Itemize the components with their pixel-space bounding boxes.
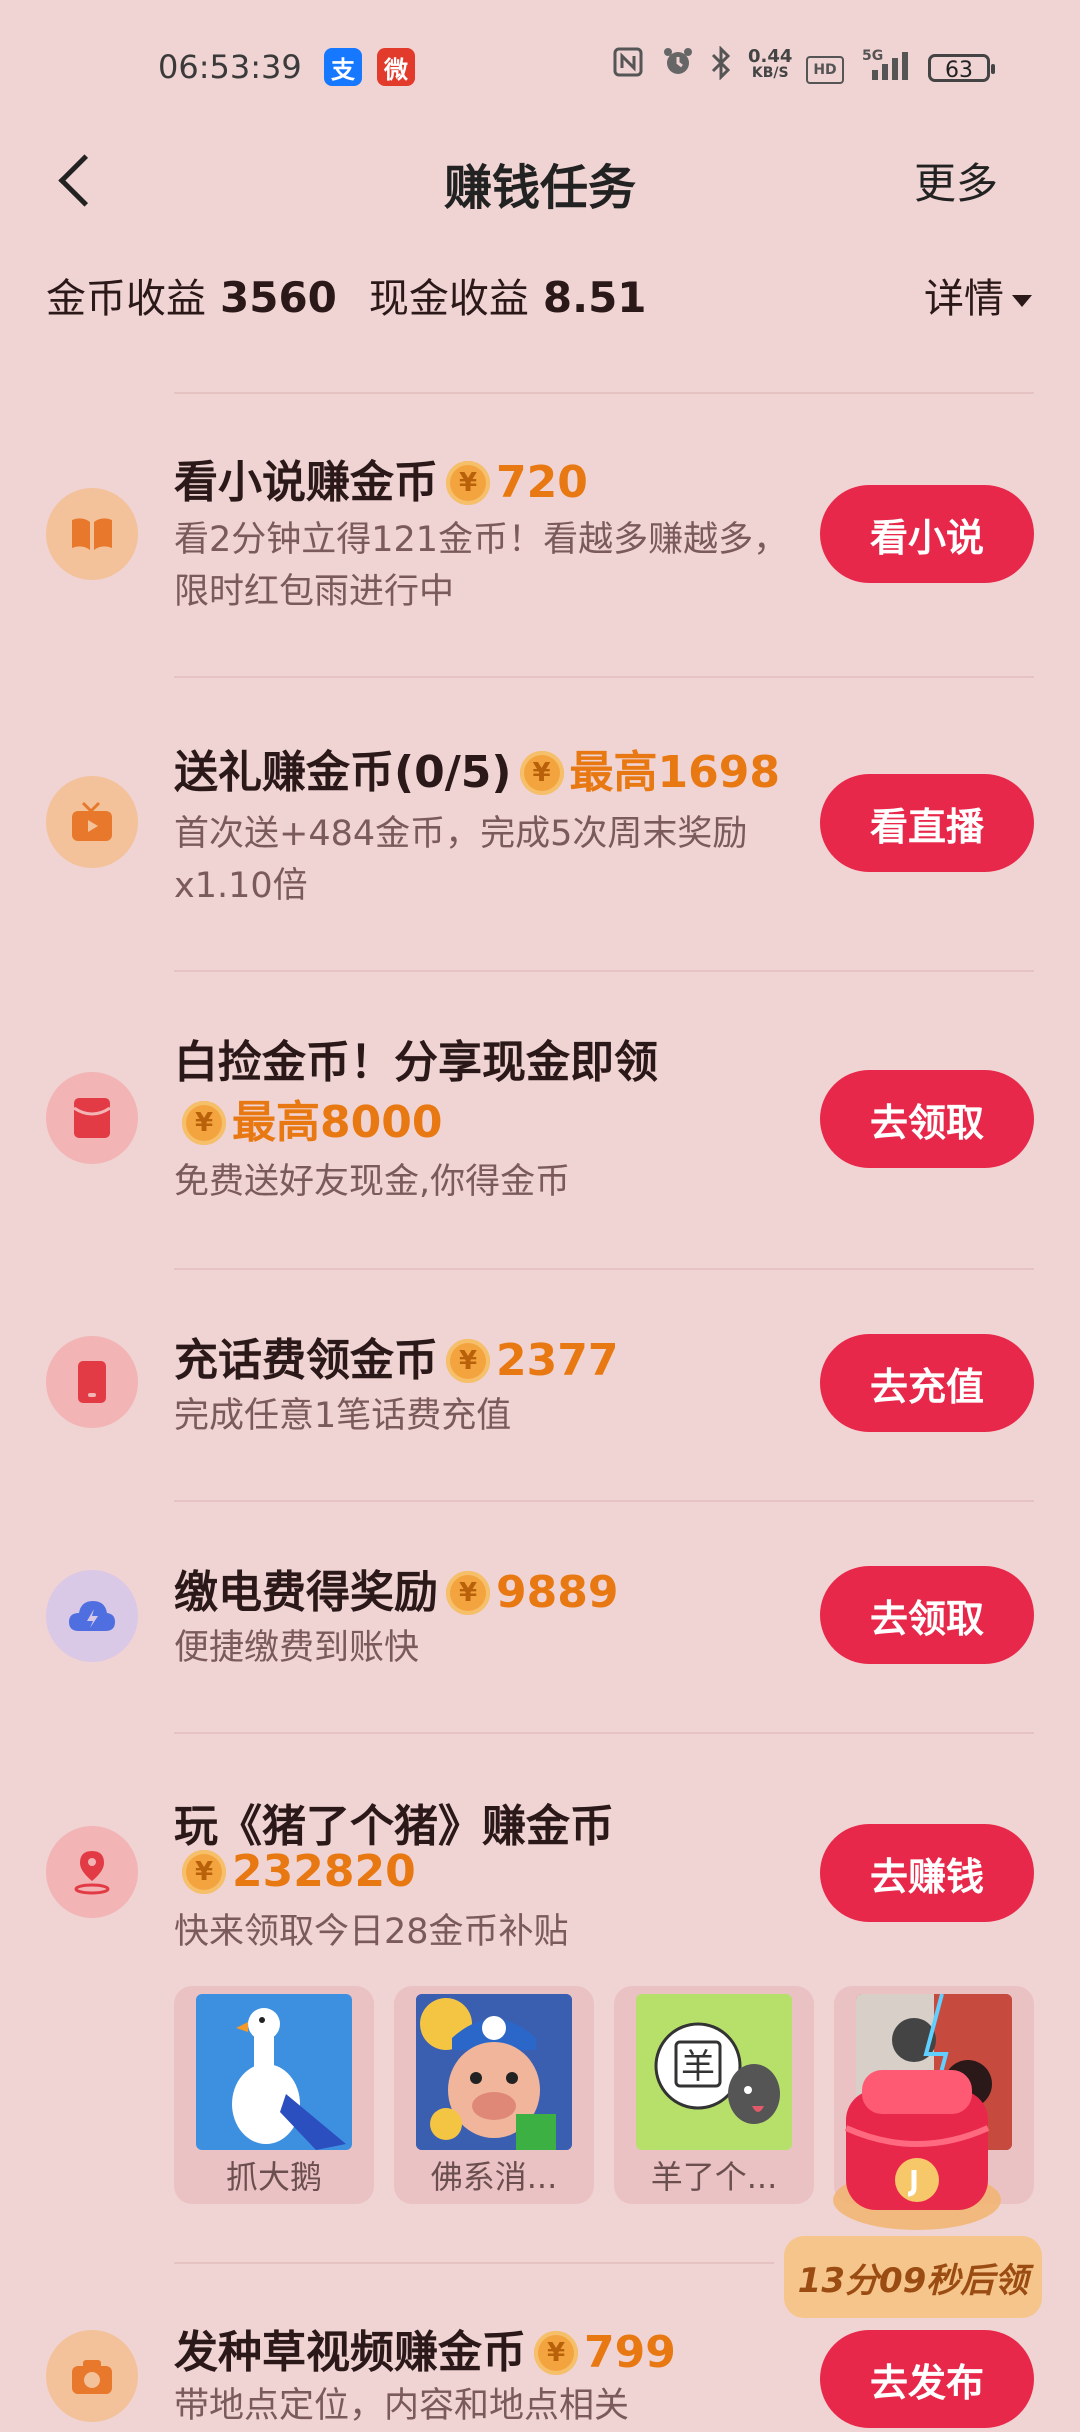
task-description: 看2分钟立得121金币！看越多赚越多，限时红包雨进行中 — [174, 520, 789, 612]
game-card[interactable]: 抓大鹅 — [174, 1986, 374, 2204]
task-title: 白捡金币！分享现金即领 — [174, 1037, 658, 1088]
coin-icon: ¥ — [519, 751, 564, 795]
pig-game-image — [416, 1994, 572, 2150]
task-description: 便捷缴费到账快 — [174, 1628, 420, 1668]
task-title: 发种草视频赚金币 ¥799 — [174, 2327, 676, 2378]
coin-earnings-label: 金币收益 — [46, 276, 206, 322]
tv-icon — [46, 776, 138, 868]
electricity-cloud-icon — [46, 1570, 138, 1662]
battery-icon: 63 — [928, 54, 995, 83]
floating-red-envelope[interactable] — [822, 2050, 1012, 2250]
coin-icon: ¥ — [182, 1850, 226, 1894]
detail-label: 详情 — [924, 276, 1004, 322]
app-notification-icon: 微 — [377, 48, 415, 86]
claim-button[interactable]: 去领取 — [820, 1566, 1034, 1664]
earn-money-button[interactable]: 去赚钱 — [820, 1824, 1034, 1922]
game-name: 佛系消... — [430, 2158, 558, 2196]
watch-live-button[interactable]: 看直播 — [820, 774, 1034, 872]
alipay-notification-icon: 支 — [324, 48, 362, 86]
read-novel-button[interactable]: 看小说 — [820, 485, 1034, 583]
coin-icon: ¥ — [534, 2331, 578, 2375]
divider — [174, 2262, 774, 2264]
task-reward: ¥ 最高8000 — [174, 1086, 442, 1150]
divider — [174, 1732, 1034, 1734]
task-description: 免费送好友现金,你得金币 — [174, 1162, 571, 1202]
game-name: 羊了个... — [650, 2158, 778, 2196]
task-title: 充话费领金币 ¥2377 — [174, 1335, 619, 1386]
alarm-icon — [662, 46, 694, 86]
network-speed: 0.44 KB/S — [748, 46, 793, 82]
coin-earnings-value: 3560 — [220, 273, 337, 322]
status-time: 06:53:39 — [158, 48, 302, 86]
red-envelope-icon — [46, 1072, 138, 1164]
goose-game-image — [196, 1994, 352, 2150]
publish-button[interactable]: 去发布 — [820, 2330, 1034, 2428]
book-icon — [46, 488, 138, 580]
camera-icon — [46, 2330, 138, 2422]
detail-button[interactable]: 详情 — [924, 266, 1032, 324]
task-reward: ¥232820 — [174, 1846, 416, 1898]
coin-icon: ¥ — [446, 461, 490, 505]
task-title: 缴电费得奖励 ¥9889 — [174, 1567, 619, 1618]
sheep-game-image: 羊 — [636, 1994, 792, 2150]
game-card[interactable]: 佛系消... — [394, 1986, 594, 2204]
divider — [174, 676, 1034, 678]
divider — [174, 1268, 1034, 1270]
divider — [174, 1500, 1034, 1502]
phone-icon — [46, 1336, 138, 1428]
more-button[interactable]: 更多 — [914, 150, 998, 211]
caret-down-icon — [1012, 295, 1032, 307]
recharge-button[interactable]: 去充值 — [820, 1334, 1034, 1432]
claim-button[interactable]: 去领取 — [820, 1070, 1034, 1168]
countdown-badge: 13分09秒后领 — [784, 2236, 1042, 2318]
hd-badge: HD — [806, 56, 844, 84]
earnings-summary: 金币收益 3560 现金收益 8.51 — [46, 266, 679, 324]
coin-icon: ¥ — [182, 1101, 226, 1145]
game-name: 抓大鹅 — [225, 2158, 322, 2196]
task-title: 送礼赚金币(0/5) ¥ 最高1698 — [174, 747, 780, 798]
divider — [174, 970, 1034, 972]
signal-icon — [872, 52, 908, 80]
task-title: 玩《猪了个猪》赚金币 — [174, 1801, 614, 1852]
bluetooth-icon — [708, 45, 734, 88]
cash-earnings-label: 现金收益 — [368, 276, 529, 322]
task-title: 看小说赚金币 ¥720 — [174, 457, 588, 508]
task-description: 首次送+484金币，完成5次周末奖励x1.10倍 — [174, 814, 748, 906]
task-description: 完成任意1笔话费充值 — [174, 1396, 512, 1436]
svg-text:羊: 羊 — [681, 2047, 715, 2087]
task-description: 快来领取今日28金币补贴 — [174, 1912, 569, 1952]
divider — [174, 392, 1034, 394]
coin-icon: ¥ — [446, 1339, 490, 1383]
nfc-icon — [612, 46, 644, 86]
game-pin-icon — [46, 1826, 138, 1918]
game-card[interactable]: 羊 羊了个... — [614, 1986, 814, 2204]
coin-icon: ¥ — [446, 1571, 490, 1615]
task-description: 带地点定位，内容和地点相关 — [174, 2386, 630, 2426]
status-bar: 06:53:39 支 微 0.44 KB/S HD 5G 63 — [0, 0, 1080, 140]
cash-earnings-value: 8.51 — [542, 273, 647, 322]
